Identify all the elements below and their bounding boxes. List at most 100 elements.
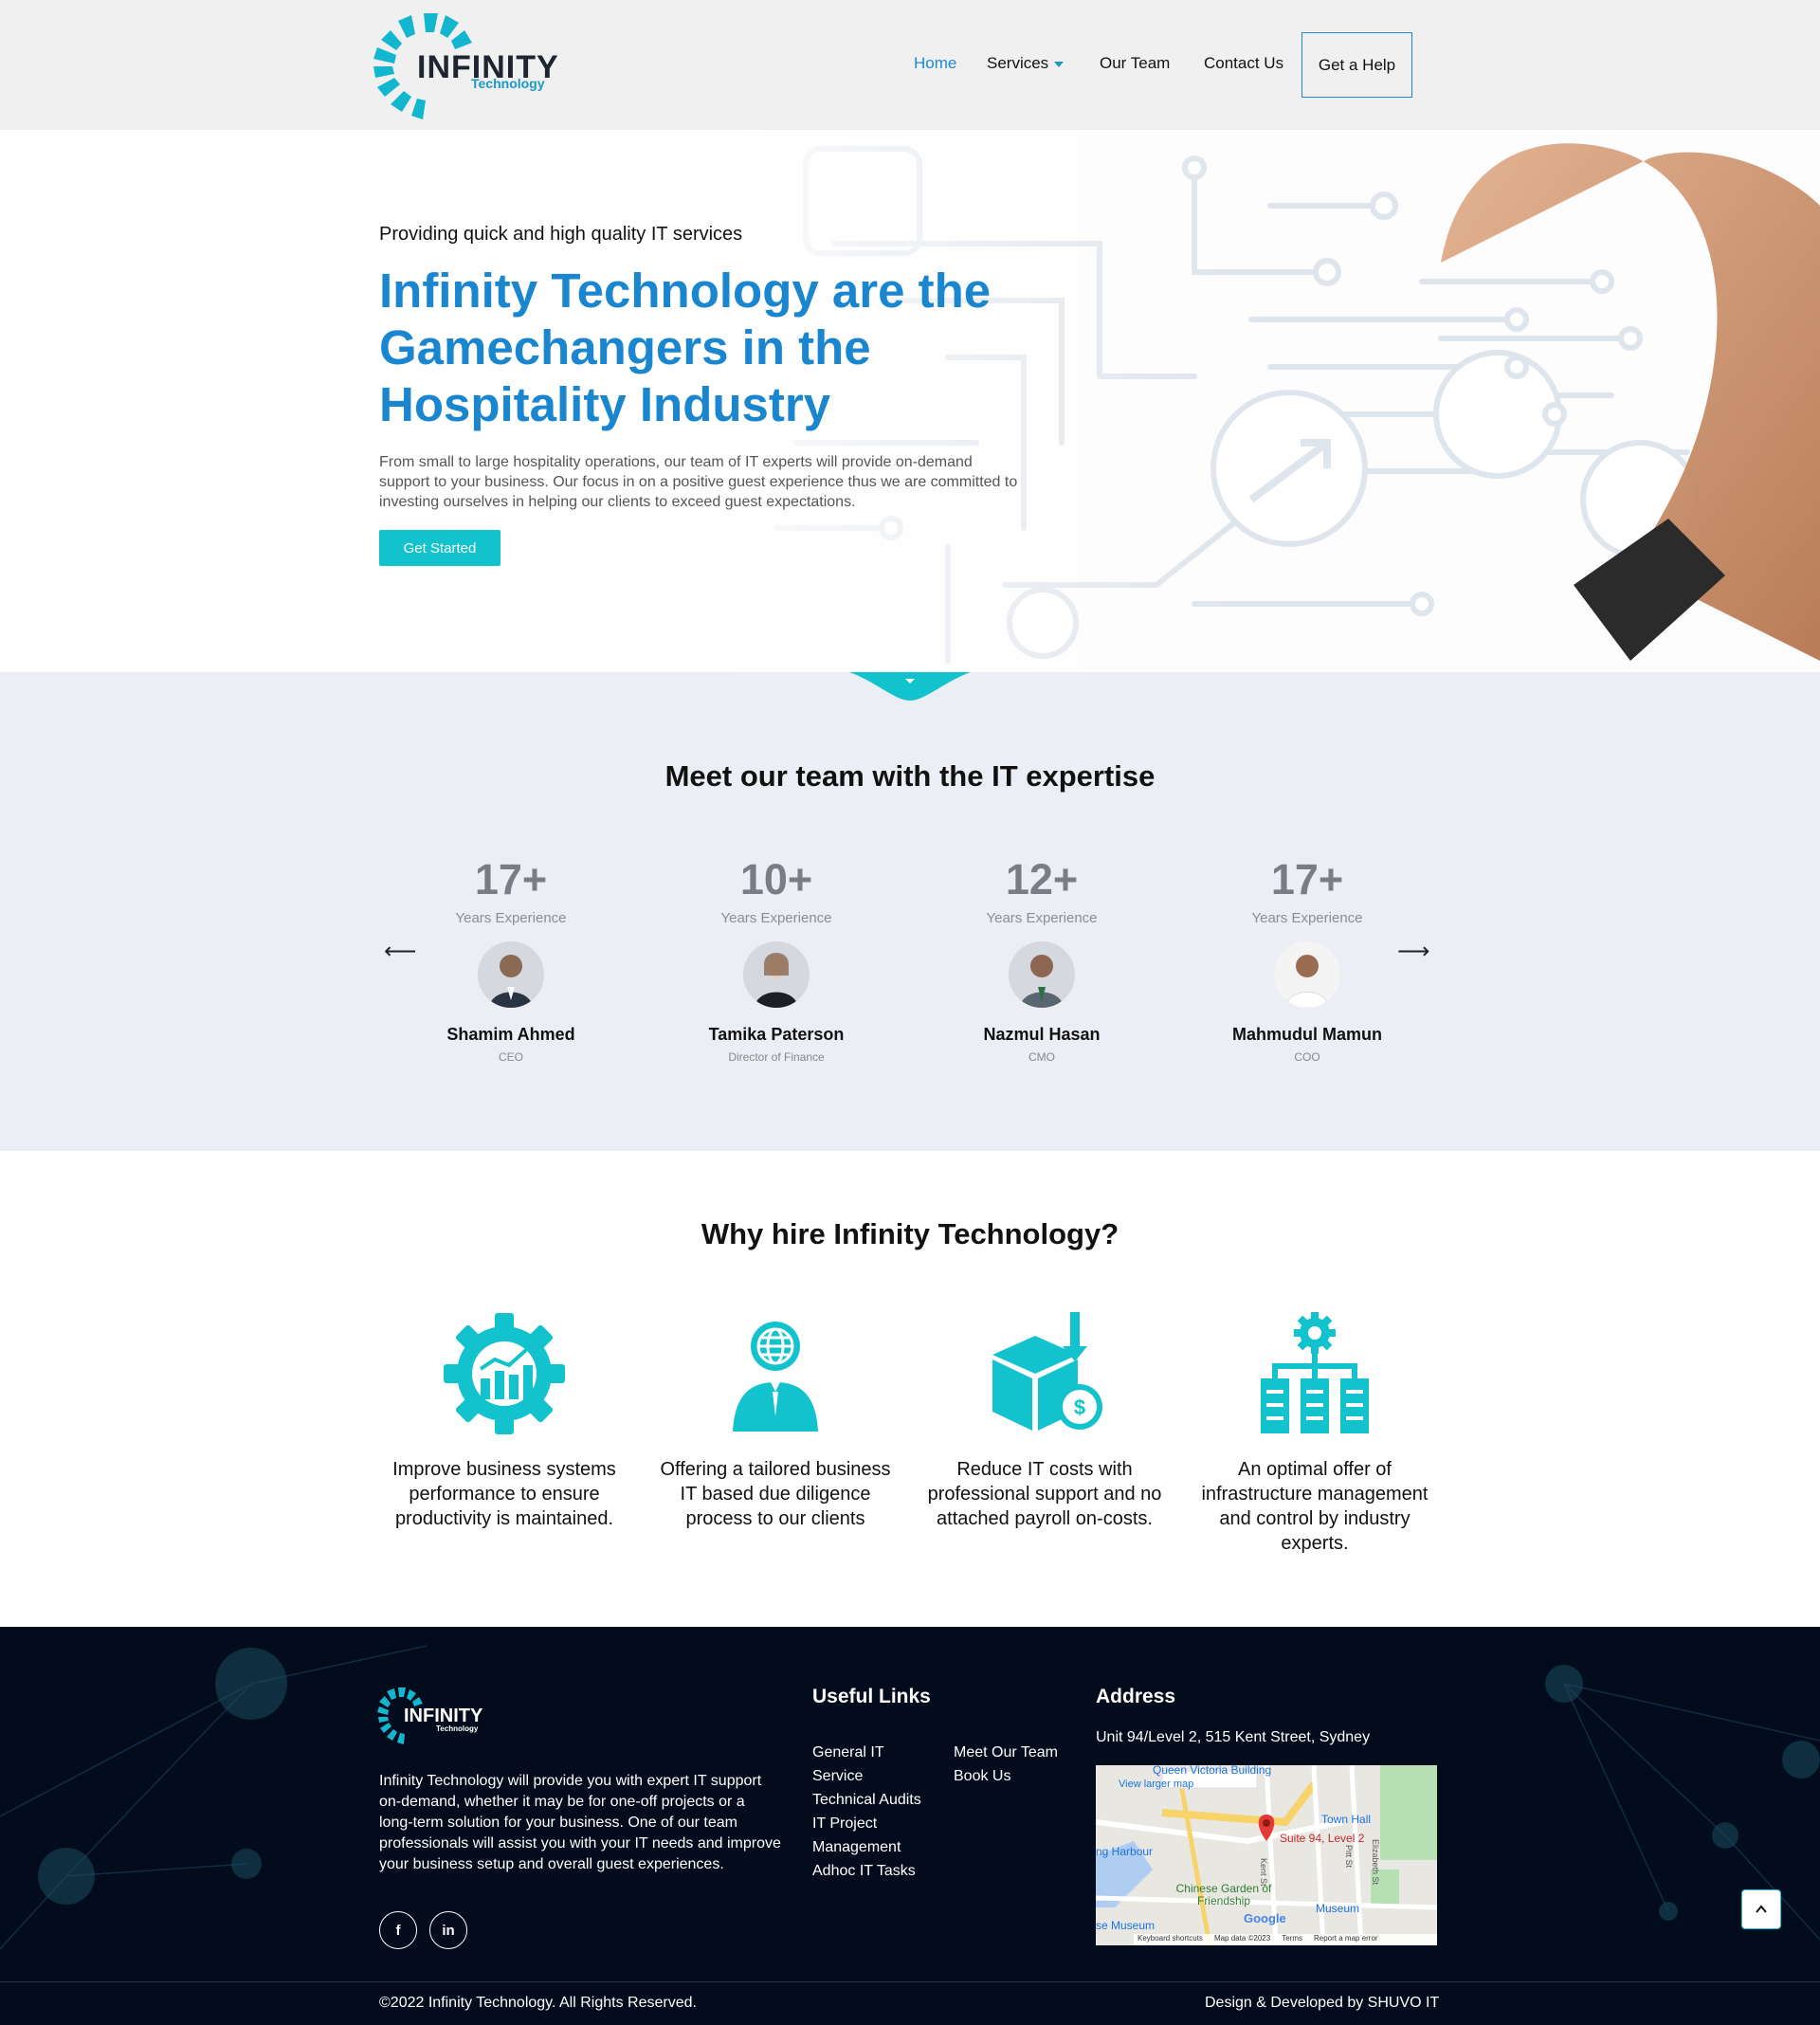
nav-home[interactable]: Home xyxy=(914,54,956,73)
member-years: 12+ xyxy=(1005,855,1079,903)
member-role: CMO xyxy=(1028,1050,1055,1064)
team-member-card: 17+ Years Experience Mahmudul Mamun COO xyxy=(1212,855,1402,1064)
map-pin-label: Suite 94, Level 2 xyxy=(1280,1832,1365,1845)
feature-card: Offering a tailored business IT based du… xyxy=(652,1312,899,1531)
member-years-label: Years Experience xyxy=(1251,910,1363,926)
nav-contact-us[interactable]: Contact Us xyxy=(1204,54,1283,73)
feature-text: Improve business systems performance to … xyxy=(392,1459,616,1529)
map-street-label: Pitt St xyxy=(1344,1845,1354,1869)
footer-link[interactable]: Book Us xyxy=(954,1764,1058,1788)
site-header: INFINITY Technology Home Services Our Te… xyxy=(0,0,1820,130)
avatar xyxy=(478,941,544,1008)
member-name: Shamim Ahmed xyxy=(446,1025,575,1044)
back-to-top-button[interactable] xyxy=(1741,1889,1781,1929)
member-years-label: Years Experience xyxy=(455,910,567,926)
member-years-label: Years Experience xyxy=(986,910,1098,926)
useful-links-col2: Meet Our Team Book Us xyxy=(954,1741,1058,1788)
map-attribution: Map data ©2023 xyxy=(1213,1934,1271,1943)
arrow-right-icon[interactable]: ⟶ xyxy=(1397,938,1429,965)
footer-logo[interactable]: INFINITY Technology xyxy=(377,1686,500,1754)
linkedin-icon[interactable]: in xyxy=(429,1911,467,1949)
feature-card: An optimal offer of infrastructure manag… xyxy=(1192,1312,1438,1556)
svg-text:INFINITY: INFINITY xyxy=(404,1706,483,1726)
member-name: Mahmudul Mamun xyxy=(1232,1025,1382,1044)
footer-link[interactable]: Technical Audits xyxy=(812,1788,921,1812)
member-years-label: Years Experience xyxy=(720,910,832,926)
member-role: Director of Finance xyxy=(728,1050,825,1064)
feature-text: Reduce IT costs with professional suppor… xyxy=(927,1459,1162,1529)
team-section: Meet our team with the IT expertise ⟵ ⟶ … xyxy=(0,672,1820,1151)
footer-divider xyxy=(0,1981,1820,1982)
map-attribution[interactable]: Keyboard shortcuts xyxy=(1138,1934,1203,1945)
gear-servers-icon xyxy=(1261,1312,1369,1433)
address-heading: Address xyxy=(1096,1686,1176,1707)
member-years: 10+ xyxy=(739,855,813,903)
map-label: Town Hall xyxy=(1321,1813,1372,1826)
team-member-card: 12+ Years Experience Nazmul Hasan CMO xyxy=(947,855,1137,1064)
map-larger-link[interactable]: View larger map xyxy=(1119,1779,1193,1790)
map-attribution[interactable]: Terms xyxy=(1282,1934,1302,1945)
team-member-card: 10+ Years Experience Tamika Paterson Dir… xyxy=(682,855,871,1064)
team-title: Meet our team with the IT expertise xyxy=(664,759,1156,793)
hero-section: Providing quick and high quality IT serv… xyxy=(0,130,1820,672)
map-label: Queen Victoria Building xyxy=(1153,1765,1272,1777)
member-role: COO xyxy=(1294,1050,1320,1064)
site-footer: INFINITY Technology Infinity Technology … xyxy=(0,1627,1820,2025)
useful-links-col1: General IT Service Technical Audits IT P… xyxy=(812,1741,921,1883)
hero-description: From small to large hospitality operatio… xyxy=(379,454,1018,510)
copyright-text: ©2022 Infinity Technology. All Rights Re… xyxy=(379,1995,697,2011)
map-attribution[interactable]: Report a map error xyxy=(1314,1934,1378,1945)
member-years: 17+ xyxy=(474,855,548,903)
map-label: Museum xyxy=(1316,1902,1360,1915)
arrow-left-icon[interactable]: ⟵ xyxy=(384,938,416,965)
logo-subtext: Technology xyxy=(471,76,545,91)
team-member-card: 17+ Years Experience Shamim Ahmed CEO xyxy=(416,855,606,1064)
get-help-button[interactable]: Get a Help xyxy=(1301,32,1412,98)
svg-text:$: $ xyxy=(1074,1396,1085,1419)
member-name: Nazmul Hasan xyxy=(983,1025,1101,1044)
get-started-button[interactable]: Get Started xyxy=(379,530,500,566)
avatar xyxy=(743,941,810,1008)
feature-card: $ Reduce IT costs with professional supp… xyxy=(921,1312,1168,1531)
map-label: se Museum xyxy=(1096,1919,1156,1932)
why-title: Why hire Infinity Technology? xyxy=(701,1217,1119,1250)
chevron-down-icon xyxy=(1054,61,1065,67)
map-street-label: Kent St xyxy=(1259,1858,1268,1887)
developer-credit: Design & Developed by SHUVO IT xyxy=(1205,1995,1440,2011)
embedded-map[interactable]: View larger map Queen Victoria Building … xyxy=(1096,1765,1437,1945)
footer-about: Infinity Technology will provide you wit… xyxy=(379,1773,781,1872)
footer-link[interactable]: General IT xyxy=(812,1741,921,1764)
map-attribution-bar: Keyboard shortcuts Map data ©2023 Terms … xyxy=(1134,1934,1437,1945)
member-years: 17+ xyxy=(1270,855,1344,903)
nav-our-team[interactable]: Our Team xyxy=(1100,54,1170,73)
member-name: Tamika Paterson xyxy=(708,1025,845,1044)
map-label: ng Harbour xyxy=(1096,1845,1154,1858)
chevron-up-icon xyxy=(1756,1905,1767,1913)
map-street-label: Elizabeth St xyxy=(1371,1839,1380,1886)
feature-text: An optimal offer of infrastructure manag… xyxy=(1201,1459,1429,1554)
useful-links-heading: Useful Links xyxy=(812,1686,931,1707)
hero-subtitle: Providing quick and high quality IT serv… xyxy=(379,224,743,245)
nav-services-label: Services xyxy=(987,54,1049,72)
feature-text: Offering a tailored business IT based du… xyxy=(660,1459,891,1529)
footer-link[interactable]: Service xyxy=(812,1764,921,1788)
why-section: Why hire Infinity Technology? Improve bu… xyxy=(0,1151,1820,1627)
svg-text:Technology: Technology xyxy=(436,1724,479,1733)
map-google-logo: Google xyxy=(1244,1911,1286,1925)
nav-services[interactable]: Services xyxy=(987,54,1065,73)
avatar xyxy=(1009,941,1075,1008)
avatar xyxy=(1274,941,1340,1008)
scroll-down-notch[interactable] xyxy=(849,672,971,701)
brand-logo[interactable]: INFINITY Technology xyxy=(372,9,571,121)
footer-link[interactable]: Meet Our Team xyxy=(954,1741,1058,1764)
address-text: Unit 94/Level 2, 515 Kent Street, Sydney xyxy=(1096,1729,1371,1745)
globe-person-icon xyxy=(733,1322,818,1432)
footer-link[interactable]: Management xyxy=(812,1835,921,1859)
gear-chart-icon xyxy=(444,1313,565,1434)
footer-link[interactable]: IT Project xyxy=(812,1812,921,1835)
hero-title: Infinity Technology are the Gamechangers… xyxy=(379,264,992,431)
feature-card: Improve business systems performance to … xyxy=(381,1312,628,1531)
box-dollar-icon: $ xyxy=(992,1312,1102,1431)
footer-link[interactable]: Adhoc IT Tasks xyxy=(812,1859,921,1883)
facebook-icon[interactable]: f xyxy=(379,1911,417,1949)
